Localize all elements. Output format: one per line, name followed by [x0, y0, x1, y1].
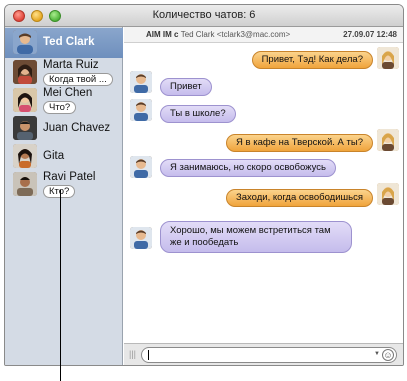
buddy-name: Ted Clark [43, 36, 95, 48]
buddy-list: Ted Clark Marta Ruiz Когда твой ... Mei … [5, 27, 123, 365]
buddy-item-ted-clark[interactable]: Ted Clark [5, 28, 123, 58]
my-avatar [377, 183, 399, 205]
ted-avatar [130, 71, 152, 93]
message-bubble-outgoing: Заходи, когда освободишься [225, 189, 373, 207]
service-label: AIM IM с [146, 30, 179, 39]
buddy-name: Ravi Patel [43, 171, 96, 183]
chat-window: Количество чатов: 6 Ted Clark Marta Ruiz… [4, 4, 404, 366]
ted-avatar [130, 99, 152, 121]
avatar [13, 144, 37, 168]
avatar [13, 60, 37, 84]
window-title: Количество чатов: 6 [152, 9, 256, 21]
chat-header: AIM IM с Ted Clark <tclark3@mac.com> 27.… [124, 27, 403, 43]
chevron-down-icon[interactable]: ▼ [374, 351, 380, 357]
buddy-name: Gita [43, 150, 65, 162]
buddy-item-marta-ruiz[interactable]: Marta Ruiz Когда твой ... [5, 58, 123, 88]
status-bubble: Когда твой ... [43, 73, 113, 86]
buddy-item-juan-chavez[interactable]: Juan Chavez [5, 114, 123, 144]
avatar [13, 88, 37, 112]
avatar [13, 30, 37, 54]
text-caret [148, 350, 149, 360]
message-bubble-outgoing: Я в кафе на Тверской. А ты? [226, 134, 373, 152]
titlebar: Количество чатов: 6 [5, 5, 403, 27]
message-input[interactable]: ▼ ☺ [141, 347, 397, 363]
ted-avatar [130, 156, 152, 178]
timestamp: 27.09.07 12:48 [343, 30, 397, 39]
ted-avatar [130, 227, 152, 249]
avatar [13, 116, 37, 140]
message-bubble-incoming: Ты в школе? [160, 105, 236, 123]
buddy-name: Juan Chavez [43, 122, 111, 134]
transcript: Привет, Тэд! Как дела? Привет Ты в школе… [124, 43, 403, 343]
my-avatar [377, 129, 399, 151]
buddy-name: Mei Chen [43, 87, 93, 99]
avatar [13, 172, 37, 196]
contact-address: Ted Clark <tclark3@mac.com> [180, 30, 291, 39]
buddy-item-mei-chen[interactable]: Mei Chen Что? [5, 86, 123, 116]
my-avatar [377, 47, 399, 69]
message-bubble-incoming: Привет [160, 78, 212, 96]
message-input-bar: ||| ▼ ☺ [124, 343, 403, 365]
status-bubble: Что? [43, 101, 77, 114]
message-bubble-outgoing: Привет, Тэд! Как дела? [251, 51, 373, 69]
callout-line [60, 190, 61, 381]
smiley-icon[interactable]: ☺ [382, 349, 394, 361]
buddy-item-gita[interactable]: Gita [5, 142, 123, 172]
message-bubble-incoming: Хорошо, мы можем встретиться там же и по… [160, 221, 352, 253]
buddy-item-ravi-patel[interactable]: Ravi Patel Кто? [5, 170, 123, 200]
message-bubble-incoming: Я занимаюсь, но скоро освобожусь [160, 159, 336, 177]
resize-grip-icon[interactable]: ||| [129, 349, 136, 359]
buddy-name: Marta Ruiz [43, 59, 99, 71]
